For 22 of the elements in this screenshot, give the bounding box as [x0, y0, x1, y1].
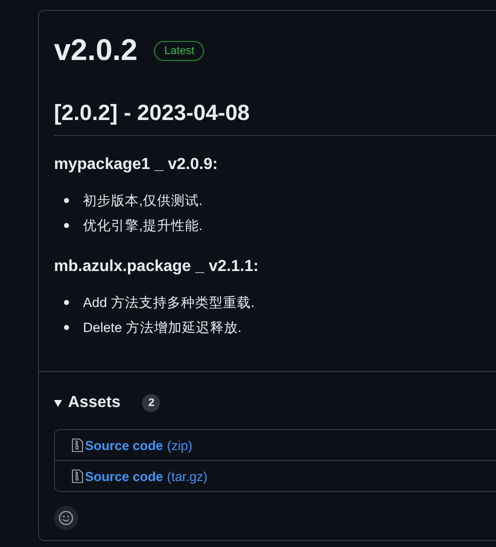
bullet-icon — [64, 198, 69, 203]
latest-badge: Latest — [154, 41, 204, 61]
assets-heading[interactable]: Assets — [68, 394, 120, 412]
list-item: 初步版本,仅供测试. — [83, 192, 203, 210]
zip-file-icon — [71, 468, 84, 484]
reaction-button[interactable] — [54, 506, 78, 530]
list-item: Delete 方法增加延迟释放. — [83, 318, 242, 336]
caret-icon[interactable] — [54, 400, 62, 406]
release-title: v2.0.2 — [54, 33, 138, 69]
asset-link[interactable]: Source code (tar.gz) — [85, 468, 208, 484]
bullet-icon — [64, 300, 69, 305]
bullet-icon — [64, 223, 69, 228]
package-heading: mypackage1 _ v2.0.9: — [54, 155, 219, 175]
package-heading: mb.azulx.package _ v2.1.1: — [54, 257, 260, 277]
asset-link[interactable]: Source code (zip) — [85, 438, 192, 452]
list-item: Add 方法支持多种类型重载. — [83, 294, 255, 312]
count-badge: 2 — [142, 394, 160, 412]
list-item: 优化引擎,提升性能. — [83, 216, 203, 234]
smiley-icon — [58, 510, 74, 526]
zip-file-icon — [71, 438, 84, 452]
bullet-icon — [64, 325, 69, 330]
changelog-heading: [2.0.2] - 2023-04-08 — [54, 97, 496, 136]
